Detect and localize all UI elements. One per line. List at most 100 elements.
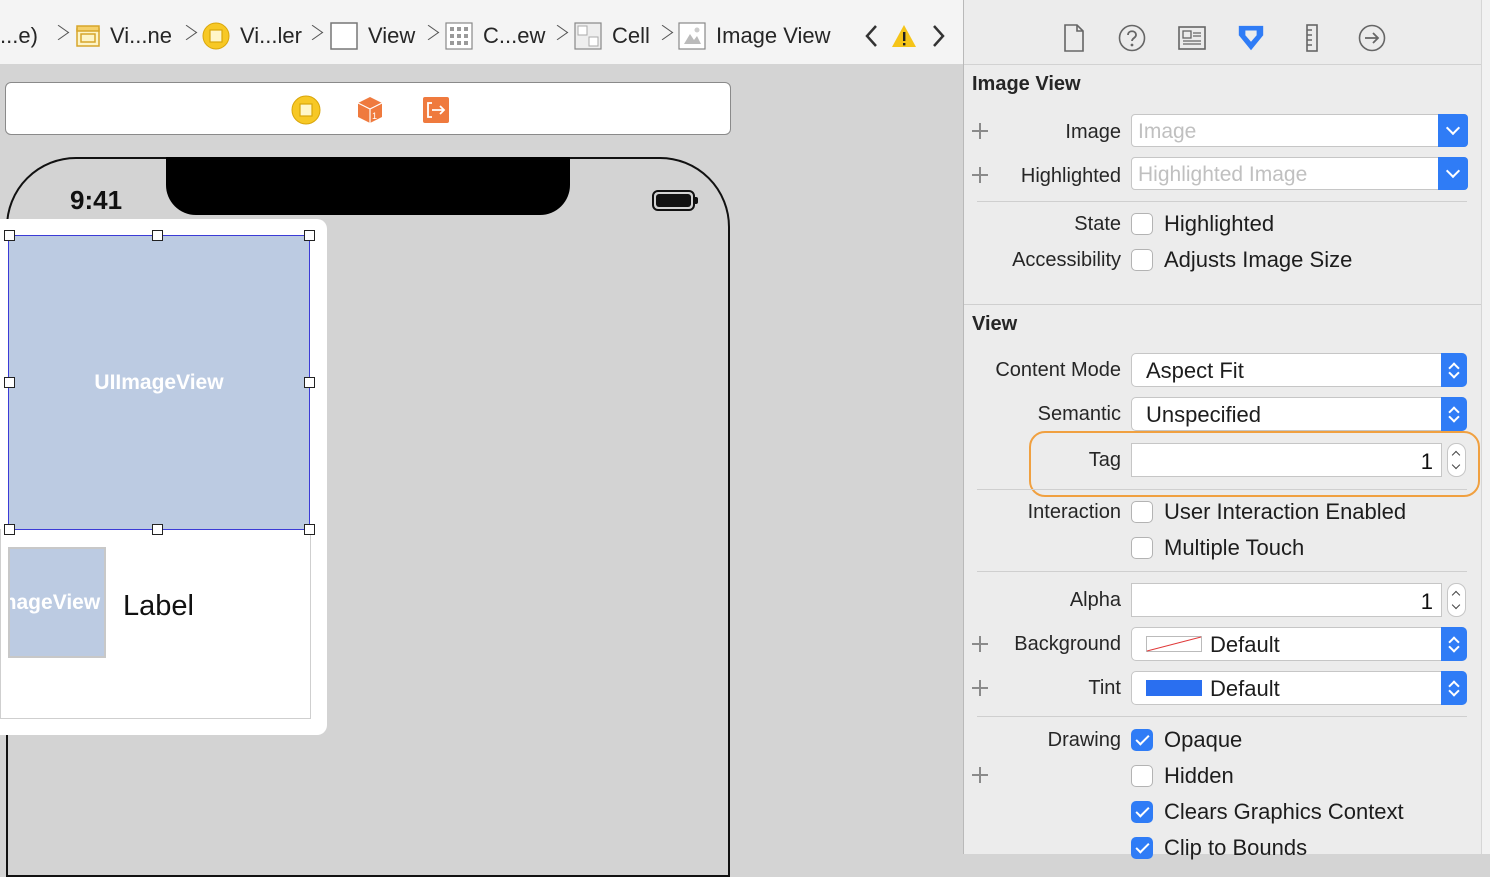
resize-handle-left[interactable]: [4, 377, 15, 388]
collection-view-icon: [445, 22, 473, 50]
image-combobox[interactable]: Image: [1131, 114, 1468, 147]
resize-handle-top-right[interactable]: [304, 230, 315, 241]
content-mode-value: Aspect Fit: [1146, 358, 1244, 383]
size-icon: [1306, 24, 1318, 52]
tab-identity-inspector[interactable]: [1177, 22, 1207, 54]
breadcrumb-separator: [306, 22, 316, 48]
image-view-icon: [678, 22, 706, 50]
divider: [977, 201, 1467, 202]
storyboard-scene-icon: [76, 25, 100, 47]
drawing-label: Drawing: [1047, 729, 1121, 751]
file-inspector-icon: [1064, 24, 1084, 52]
view-controller-icon[interactable]: [291, 95, 321, 125]
alpha-stepper[interactable]: [1447, 583, 1466, 617]
identity-icon: [1178, 26, 1206, 50]
tint-color-popup[interactable]: Default: [1131, 671, 1467, 705]
warning-button[interactable]: [891, 23, 917, 49]
resize-handle-bottom[interactable]: [152, 524, 163, 535]
add-variation-tint-button[interactable]: [972, 680, 988, 696]
battery-icon: [652, 190, 698, 211]
clears-graphics-context-checkbox[interactable]: [1131, 801, 1153, 823]
highlighted-checkbox[interactable]: [1131, 213, 1153, 235]
alpha-value: 1: [1420, 589, 1433, 614]
resize-handle-bottom-left[interactable]: [4, 524, 15, 535]
view-controller-icon: [202, 22, 230, 50]
breadcrumb-item-view-controller[interactable]: Vi...ler: [202, 20, 302, 52]
exit-icon[interactable]: [422, 96, 450, 124]
breadcrumb-item-project[interactable]: ...e): [0, 20, 38, 52]
section-title-image-view: Image View: [972, 73, 1081, 95]
clears-graphics-context-label: Clears Graphics Context: [1164, 799, 1404, 824]
device-notch: [166, 157, 570, 215]
breadcrumb-item-collection-view[interactable]: C...ew: [445, 20, 545, 52]
alpha-field[interactable]: 1: [1131, 583, 1442, 617]
resize-handle-top-left[interactable]: [4, 230, 15, 241]
scene-dock: 1: [5, 82, 731, 135]
add-variation-hidden-button[interactable]: [972, 767, 988, 783]
highlighted-image-placeholder: Highlighted Image: [1138, 163, 1308, 186]
breadcrumb-item-scene[interactable]: Vi...ne: [76, 20, 172, 52]
user-interaction-checkbox[interactable]: [1131, 501, 1153, 523]
chevron-right-icon: [933, 25, 945, 47]
breadcrumb-label: Vi...ler: [240, 23, 302, 48]
add-variation-highlighted-button[interactable]: [972, 167, 988, 183]
highlighted-label: Highlighted: [1020, 165, 1121, 187]
opaque-label: Opaque: [1164, 727, 1243, 752]
breadcrumb-item-cell[interactable]: Cell: [574, 20, 650, 52]
chevron-down-icon[interactable]: [1438, 157, 1468, 190]
adjusts-image-size-label: Adjusts Image Size: [1164, 247, 1353, 272]
cell-label[interactable]: Label: [123, 590, 194, 623]
opaque-checkbox[interactable]: [1131, 729, 1153, 751]
jump-bar: ...e) Vi...ne Vi...ler View C...ew Cell …: [0, 0, 963, 64]
resize-handle-top[interactable]: [152, 230, 163, 241]
first-responder-icon[interactable]: 1: [356, 95, 384, 125]
breadcrumb-separator: [180, 22, 190, 48]
clip-to-bounds-checkbox[interactable]: [1131, 837, 1153, 859]
section-title-view: View: [972, 313, 1018, 335]
breadcrumb-label: View: [368, 23, 416, 48]
resize-handle-bottom-right[interactable]: [304, 524, 315, 535]
image-label: Image: [1065, 121, 1121, 143]
cell-icon: [574, 22, 602, 50]
help-icon: [1118, 24, 1146, 52]
hidden-checkbox[interactable]: [1131, 765, 1153, 787]
small-image-view-label: ImageView: [10, 590, 101, 614]
tab-connections-inspector[interactable]: [1357, 22, 1387, 54]
tint-label: Tint: [1088, 677, 1121, 699]
add-variation-image-button[interactable]: [972, 123, 988, 139]
inspector-scrollbar[interactable]: [1481, 0, 1490, 854]
up-down-chevron-icon: [1441, 397, 1467, 431]
chevron-left-icon: [865, 25, 877, 47]
state-label: State: [1074, 213, 1121, 235]
previous-issue-button[interactable]: [862, 24, 882, 48]
inspector-tab-bar: [964, 0, 1482, 65]
add-variation-background-button[interactable]: [972, 636, 988, 652]
semantic-popup[interactable]: Unspecified: [1131, 397, 1467, 431]
semantic-label: Semantic: [1037, 403, 1121, 425]
background-color-popup[interactable]: Default: [1131, 627, 1467, 661]
next-issue-button[interactable]: [928, 24, 948, 48]
tab-file-inspector[interactable]: [1059, 22, 1089, 54]
section-divider: [964, 304, 1481, 305]
breadcrumb-separator: [52, 22, 62, 48]
small-image-view[interactable]: ImageView: [8, 547, 106, 658]
content-mode-label: Content Mode: [995, 359, 1121, 381]
divider: [977, 571, 1467, 572]
content-mode-popup[interactable]: Aspect Fit: [1131, 353, 1467, 387]
multiple-touch-checkbox[interactable]: [1131, 537, 1153, 559]
tab-quick-help[interactable]: [1117, 22, 1147, 54]
highlighted-checkbox-label: Highlighted: [1164, 211, 1275, 236]
divider: [977, 716, 1467, 717]
chevron-down-icon[interactable]: [1438, 114, 1468, 147]
highlighted-image-combobox[interactable]: Highlighted Image: [1131, 157, 1468, 190]
breadcrumb-item-image-view[interactable]: Image View: [678, 20, 831, 52]
resize-handle-right[interactable]: [304, 377, 315, 388]
breadcrumb-item-view[interactable]: View: [330, 20, 415, 52]
tab-size-inspector[interactable]: [1297, 22, 1327, 54]
accessibility-label: Accessibility: [1012, 249, 1121, 271]
selected-image-view[interactable]: UIImageView: [8, 235, 310, 530]
adjusts-image-size-checkbox[interactable]: [1131, 249, 1153, 271]
breadcrumb-label: Vi...ne: [110, 23, 172, 48]
tab-attributes-inspector[interactable]: [1236, 22, 1266, 54]
view-icon: [330, 22, 358, 50]
